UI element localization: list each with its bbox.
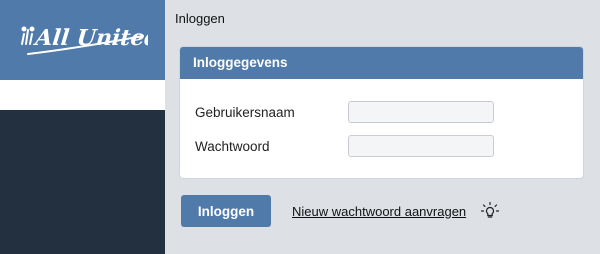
password-label: Wachtwoord <box>195 139 270 154</box>
username-input[interactable] <box>348 101 494 123</box>
all-united-logo[interactable]: All United <box>18 14 148 64</box>
username-label: Gebruikersnaam <box>195 105 295 120</box>
sidebar: All United <box>0 0 165 254</box>
sidebar-menu-area <box>0 80 165 110</box>
login-panel: Inloggegevens Gebruikersnaam Wachtwoord <box>179 46 584 179</box>
logo-band: All United <box>0 0 165 80</box>
page-title: Inloggen <box>175 11 225 26</box>
login-button[interactable]: Inloggen <box>181 195 271 227</box>
panel-header: Inloggegevens <box>180 47 583 79</box>
password-input[interactable] <box>348 135 494 157</box>
lightbulb-icon[interactable] <box>479 200 501 222</box>
main-content: Inloggen Inloggegevens Gebruikersnaam Wa… <box>165 0 600 254</box>
logo-mark-icon <box>21 26 35 45</box>
reset-password-link[interactable]: Nieuw wachtwoord aanvragen <box>292 204 466 219</box>
